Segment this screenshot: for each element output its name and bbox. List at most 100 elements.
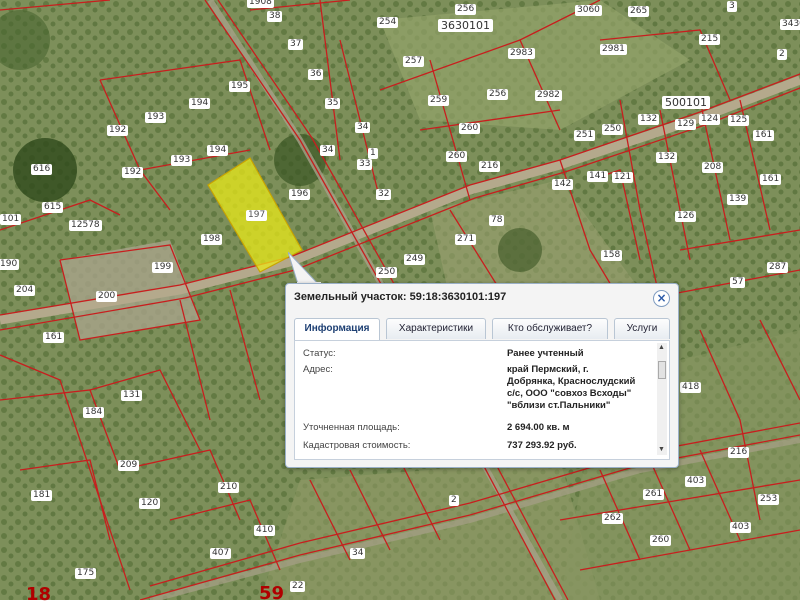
parcel-label[interactable]: 260	[650, 535, 672, 546]
parcel-label[interactable]: 18	[24, 585, 53, 605]
parcel-label[interactable]: 403	[685, 476, 707, 487]
parcel-label[interactable]: 192	[122, 167, 144, 178]
parcel-label[interactable]: 181	[31, 490, 53, 501]
parcel-label[interactable]: 120	[139, 498, 161, 509]
scroll-down-icon[interactable]: ▼	[658, 446, 665, 454]
parcel-label[interactable]: 129	[675, 119, 697, 130]
parcel-label[interactable]: 142	[552, 179, 574, 190]
parcel-label[interactable]: 271	[455, 234, 477, 245]
parcel-label[interactable]: 260	[446, 151, 468, 162]
parcel-label[interactable]: 204	[14, 285, 36, 296]
parcel-label[interactable]: 141	[587, 171, 609, 182]
parcel-label[interactable]: 1908	[247, 0, 274, 8]
parcel-label[interactable]: 161	[753, 130, 775, 141]
parcel-label[interactable]: 259	[428, 95, 450, 106]
tab-who-serves[interactable]: Кто обслуживает?	[492, 318, 608, 339]
parcel-label[interactable]: 3	[727, 1, 737, 12]
parcel-label[interactable]: 251	[574, 130, 596, 141]
parcel-label[interactable]: 34	[350, 548, 366, 559]
parcel-label[interactable]: 161	[43, 332, 65, 343]
parcel-label[interactable]: 616	[31, 164, 53, 175]
parcel-label[interactable]: 256	[487, 89, 509, 100]
parcel-label[interactable]: 131	[121, 390, 143, 401]
parcel-label[interactable]: 2	[449, 495, 459, 506]
parcel-label[interactable]: 250	[602, 124, 624, 135]
parcel-label[interactable]: 32	[376, 189, 392, 200]
parcel-label[interactable]: 210	[218, 482, 240, 493]
parcel-label[interactable]: 125	[728, 115, 750, 126]
tab-information[interactable]: Информация	[294, 318, 380, 341]
parcel-label[interactable]: 200	[96, 291, 118, 302]
parcel-label[interactable]: 2983	[508, 48, 535, 59]
parcel-label[interactable]: 34	[320, 145, 336, 156]
parcel-label[interactable]: 193	[171, 155, 193, 166]
parcel-label[interactable]: 257	[403, 56, 425, 67]
selected-parcel-label[interactable]: 197	[246, 210, 268, 221]
parcel-label[interactable]: 175	[75, 568, 97, 579]
parcel-label[interactable]: 615	[42, 202, 64, 213]
parcel-label[interactable]: 78	[489, 215, 505, 226]
parcel-label[interactable]: 2	[777, 49, 787, 60]
scroll-up-icon[interactable]: ▲	[658, 344, 665, 352]
parcel-label[interactable]: 256	[455, 4, 477, 15]
parcel-label[interactable]: 403	[730, 522, 752, 533]
parcel-label[interactable]: 208	[702, 162, 724, 173]
parcel-label[interactable]: 194	[207, 145, 229, 156]
parcel-label[interactable]: 209	[118, 460, 140, 471]
parcel-label[interactable]: 139	[727, 194, 749, 205]
parcel-label[interactable]: 410	[254, 525, 276, 536]
parcel-label[interactable]: 34	[355, 122, 371, 133]
parcel-label[interactable]: 190	[0, 259, 20, 270]
parcel-label[interactable]: 250	[376, 267, 398, 278]
parcel-label[interactable]: 35	[325, 98, 341, 109]
parcel-label[interactable]: 132	[656, 152, 678, 163]
parcel-label[interactable]: 253	[758, 494, 780, 505]
parcel-label[interactable]: 254	[377, 17, 399, 28]
parcel-label[interactable]: 192	[107, 125, 129, 136]
parcel-label[interactable]: 2981	[600, 44, 627, 55]
tab-characteristics[interactable]: Характеристики	[386, 318, 486, 339]
parcel-label[interactable]: 161	[760, 174, 782, 185]
parcel-label[interactable]: 124	[699, 114, 721, 125]
parcel-label[interactable]: 199	[152, 262, 174, 273]
panel-scrollbar[interactable]: ▲ ▼	[657, 343, 667, 455]
parcel-label[interactable]: 2982	[535, 90, 562, 101]
parcel-label[interactable]: 194	[189, 98, 211, 109]
parcel-label[interactable]: 37	[288, 39, 304, 50]
parcel-label[interactable]: 407	[210, 548, 232, 559]
parcel-label[interactable]: 132	[638, 114, 660, 125]
parcel-label[interactable]: 59	[257, 584, 286, 604]
parcel-label[interactable]: 1	[368, 148, 378, 159]
parcel-label[interactable]: 3060	[575, 5, 602, 16]
parcel-label[interactable]: 33	[357, 159, 373, 170]
parcel-label[interactable]: 261	[643, 489, 665, 500]
parcel-label[interactable]: 121	[612, 172, 634, 183]
parcel-label[interactable]: 158	[601, 250, 623, 261]
parcel-label[interactable]: 216	[728, 447, 750, 458]
parcel-label[interactable]: 3430	[780, 19, 800, 30]
parcel-label[interactable]: 196	[289, 189, 311, 200]
parcel-label[interactable]: 36	[308, 69, 324, 80]
parcel-label[interactable]: 215	[699, 34, 721, 45]
parcel-label[interactable]: 126	[675, 211, 697, 222]
parcel-label[interactable]: 287	[767, 262, 789, 273]
parcel-label[interactable]: 265	[628, 6, 650, 17]
parcel-label[interactable]: 195	[229, 81, 251, 92]
parcel-label[interactable]: 418	[680, 382, 702, 393]
parcel-label[interactable]: 216	[479, 161, 501, 172]
parcel-label[interactable]: 22	[290, 581, 306, 592]
scroll-thumb[interactable]	[658, 361, 666, 379]
parcel-label[interactable]: 184	[83, 407, 105, 418]
parcel-label[interactable]: 101	[0, 214, 22, 225]
parcel-label[interactable]: 57	[730, 277, 746, 288]
parcel-label[interactable]: 193	[145, 112, 167, 123]
parcel-label[interactable]: 262	[602, 513, 624, 524]
parcel-label[interactable]: 12578	[69, 220, 102, 231]
parcel-label[interactable]: 500101	[662, 96, 710, 109]
parcel-label[interactable]: 198	[201, 234, 223, 245]
parcel-label[interactable]: 38	[267, 11, 283, 22]
tab-services[interactable]: Услуги	[614, 318, 670, 339]
close-button[interactable]: ×	[653, 290, 670, 307]
parcel-label[interactable]: 260	[459, 123, 481, 134]
parcel-label[interactable]: 249	[404, 254, 426, 265]
